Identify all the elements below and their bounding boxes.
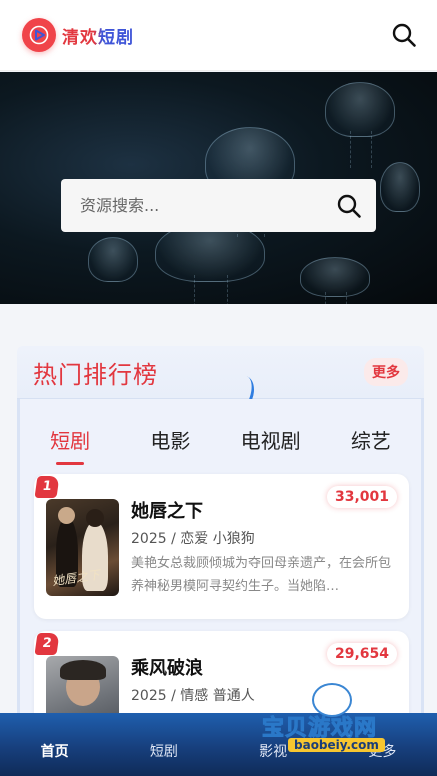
nav-film-tv[interactable]: 影视 — [219, 713, 328, 776]
item-meta: 2025 / 恋爱 小狼狗 — [131, 531, 255, 547]
rank-badge: 2 — [34, 633, 60, 655]
nav-short-drama[interactable]: 短剧 — [109, 713, 218, 776]
search-icon — [337, 194, 361, 218]
jellyfish-image — [88, 237, 138, 282]
poster-image: 她唇之下 — [46, 499, 119, 596]
more-button[interactable]: 更多 — [364, 358, 408, 386]
play-logo-icon[interactable] — [22, 18, 56, 52]
search-input[interactable] — [80, 196, 320, 215]
search-button[interactable] — [334, 191, 364, 221]
search-bar — [61, 179, 376, 232]
ranking-panel: 短剧 电影 电视剧 综艺 1 她唇之下 她唇之下 2025 / 恋爱 小狼狗 美… — [17, 399, 424, 776]
jellyfish-image — [325, 82, 395, 168]
bottom-nav: 首页 短剧 影视 更多 — [0, 713, 437, 776]
brand-name[interactable]: 清欢短剧 — [62, 23, 134, 48]
view-count-badge: 33,001 — [326, 486, 397, 508]
ranking-title: 热门排行榜 — [33, 360, 158, 389]
tab-variety[interactable]: 综艺 — [321, 421, 421, 465]
nav-home[interactable]: 首页 — [0, 713, 109, 776]
item-title: 她唇之下 — [131, 501, 203, 522]
rank-badge: 1 — [34, 476, 60, 498]
item-meta: 2025 / 情感 普通人 — [131, 688, 255, 704]
nav-more[interactable]: 更多 — [328, 713, 437, 776]
item-title: 乘风破浪 — [131, 658, 203, 679]
item-description: 美艳女总裁顾倾城为夺回母亲遗产，在会所包养神秘男模阿寻契约生子。当她陷… — [131, 556, 392, 594]
tab-tv-series[interactable]: 电视剧 — [221, 421, 321, 465]
ranking-tabs: 短剧 电影 电视剧 综艺 — [20, 421, 421, 465]
jellyfish-image — [380, 162, 420, 212]
list-item[interactable]: 1 她唇之下 她唇之下 2025 / 恋爱 小狼狗 美艳女总裁顾倾城为夺回母亲遗… — [34, 474, 409, 619]
search-icon[interactable] — [389, 20, 419, 50]
view-count-badge: 29,654 — [326, 643, 397, 665]
tab-short-drama[interactable]: 短剧 — [20, 421, 120, 465]
jellyfish-image — [300, 257, 370, 304]
app-header: 清欢短剧 — [0, 0, 437, 71]
ranking-header: 热门排行榜 更多 — [17, 346, 424, 399]
tab-movie[interactable]: 电影 — [120, 421, 220, 465]
hero-banner — [0, 72, 437, 304]
